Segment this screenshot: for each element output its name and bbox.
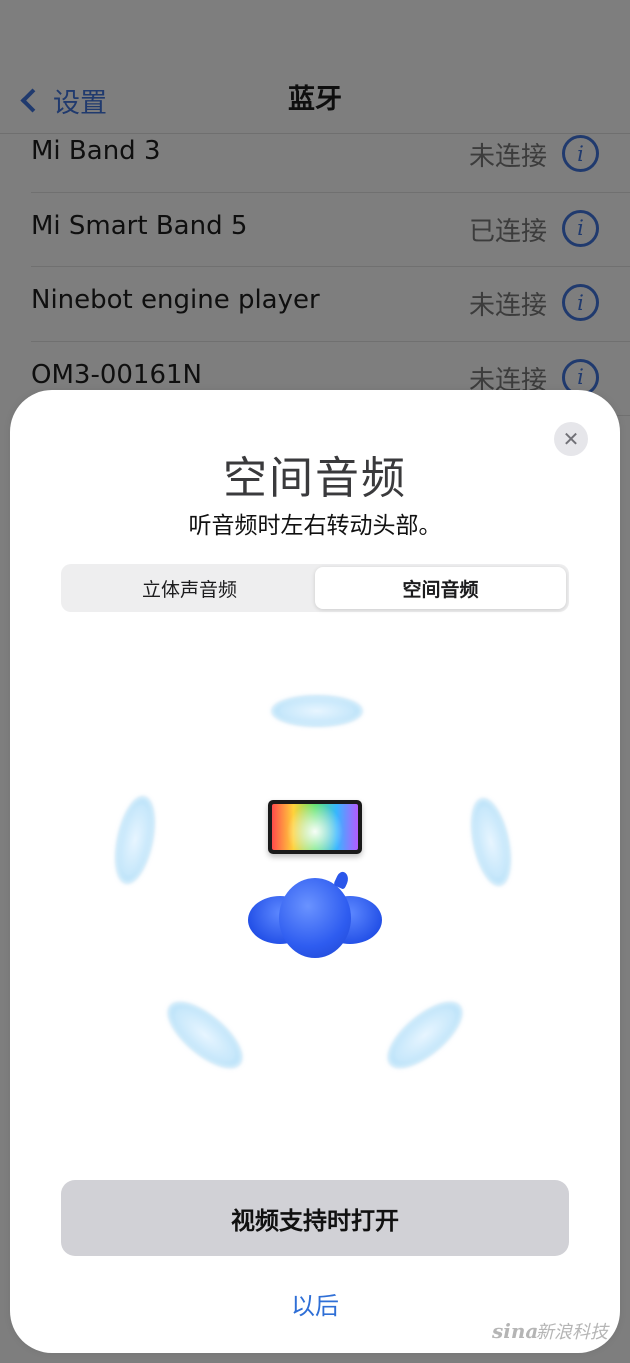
device-name: Ninebot engine player (31, 285, 320, 315)
screen-icon (268, 800, 362, 854)
speaker-top-icon (272, 696, 362, 726)
page-title: 蓝牙 (288, 84, 342, 115)
segment-stereo-audio[interactable]: 立体声音频 (64, 567, 315, 609)
spatial-audio-illustration (10, 660, 620, 1140)
sina-watermark: sina 新浪科技 (491, 1315, 616, 1345)
device-name: Mi Smart Band 5 (31, 210, 248, 241)
info-icon[interactable]: i (562, 209, 599, 247)
listener-head-icon (248, 870, 382, 964)
list-item[interactable]: Mi Band 3 未连接 i (31, 118, 630, 193)
sheet-subtitle: 听音频时左右转动头部。 (188, 513, 442, 539)
svg-text:sina: sina (492, 1319, 538, 1343)
segment-spatial-audio[interactable]: 空间音频 (315, 567, 566, 609)
device-name: OM3-00161N (31, 359, 202, 390)
spatial-audio-sheet: ✕ 空间音频 听音频时左右转动头部。 立体声音频 空间音频 视频支持时打开 以后 (10, 390, 620, 1353)
audio-mode-segmented-control: 立体声音频 空间音频 (61, 564, 569, 612)
list-item[interactable]: Mi Smart Band 5 已连接 i (31, 193, 630, 267)
speaker-rear-right-icon (378, 991, 472, 1079)
speaker-right-icon (465, 795, 517, 889)
svg-text:新浪科技: 新浪科技 (536, 1322, 610, 1343)
speaker-rear-left-icon (158, 991, 252, 1079)
device-status: 已连接 (468, 216, 547, 247)
device-name: Mi Band 3 (31, 136, 161, 166)
enable-when-supported-button[interactable]: 视频支持时打开 (61, 1180, 569, 1256)
sheet-title: 空间音频 (223, 453, 407, 504)
device-status: 未连接 (468, 291, 547, 321)
info-icon[interactable]: i (562, 284, 599, 321)
device-status: 未连接 (468, 142, 547, 172)
device-list: Mi Band 3 未连接 i Mi Smart Band 5 已连接 i Ni… (0, 118, 630, 416)
info-icon[interactable]: i (562, 135, 599, 172)
list-item[interactable]: Ninebot engine player 未连接 i (31, 267, 630, 342)
speaker-left-icon (109, 793, 161, 887)
